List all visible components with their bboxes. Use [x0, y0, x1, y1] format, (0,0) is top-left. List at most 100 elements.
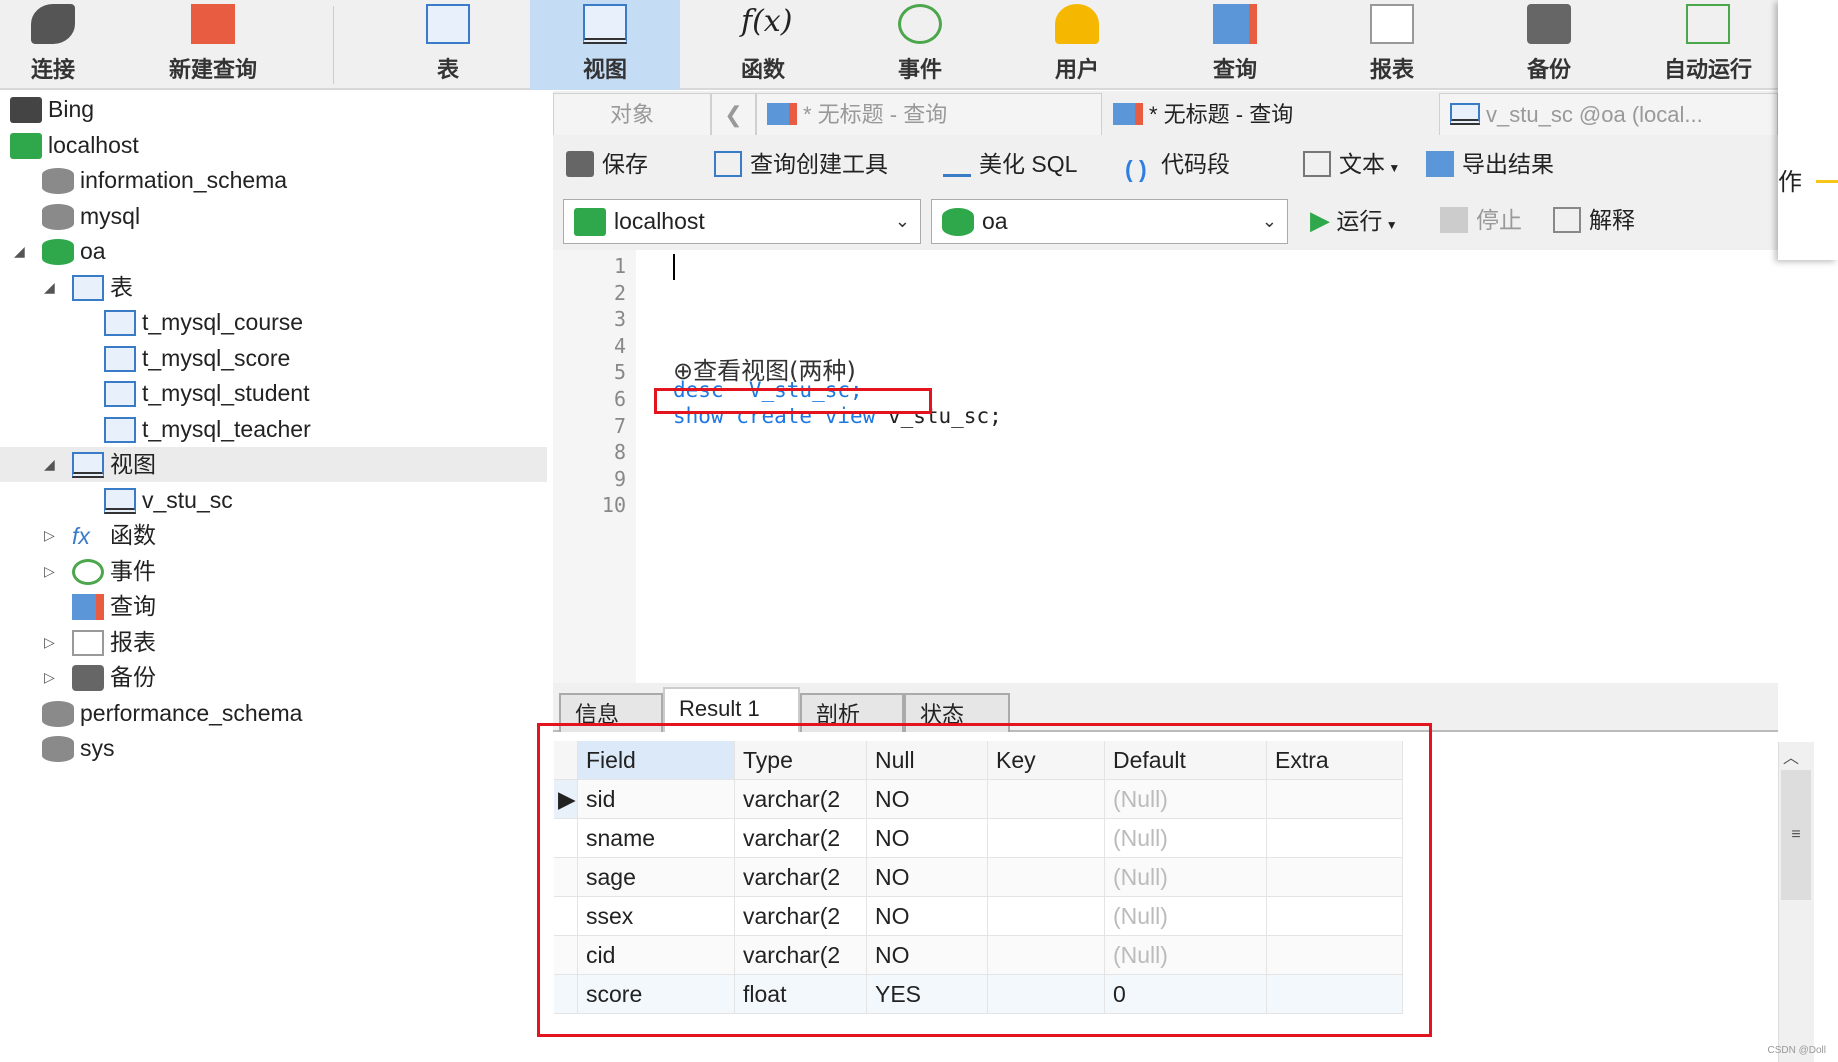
database-select[interactable]: oa ⌄: [931, 199, 1288, 244]
tree-item[interactable]: v_stu_sc: [0, 483, 547, 518]
tree-item[interactable]: ▷ 报表: [0, 625, 547, 660]
tree-item[interactable]: t_mysql_teacher: [0, 412, 547, 447]
tab-scroll-left-button[interactable]: ❮: [711, 93, 756, 135]
tab-label: v_stu_sc @oa (local...: [1486, 102, 1703, 127]
text-mode-button[interactable]: 文本 ▼: [1303, 149, 1400, 183]
tab-query-1[interactable]: * 无标题 - 查询: [756, 93, 1102, 135]
tree-item-label: 备份: [110, 664, 156, 690]
export-icon: [1426, 151, 1454, 177]
tree-item-label: sys: [80, 735, 115, 761]
collapsed-arrow-icon[interactable]: ▷: [44, 660, 55, 695]
stop-label: 停止: [1476, 207, 1522, 233]
toolbar-new-query-button[interactable]: 新建查询: [138, 0, 288, 90]
toolbar-schedule-button[interactable]: 自动运行: [1633, 0, 1783, 90]
scroll-up-icon[interactable]: ︿: [1783, 744, 1799, 768]
tree-item[interactable]: information_schema: [0, 163, 547, 198]
export-results-button[interactable]: 导出结果: [1426, 149, 1554, 179]
tree-item[interactable]: ▷ 事件: [0, 554, 547, 589]
table-icon: [104, 310, 136, 336]
line-number: 10: [601, 493, 626, 518]
query-icon: [72, 594, 104, 620]
toolbar-report-button[interactable]: 报表: [1317, 0, 1467, 90]
tree-item-label: 表: [110, 273, 133, 300]
watermark: CSDN @Doll: [1767, 1045, 1827, 1056]
query-icon: [1113, 103, 1143, 125]
expanded-arrow-icon[interactable]: ◢: [14, 234, 25, 269]
toolbar-table-button[interactable]: 表: [373, 0, 523, 90]
connection-active-icon: [574, 208, 606, 236]
toolbar-query-button[interactable]: 查询: [1160, 0, 1310, 90]
collapsed-arrow-icon[interactable]: ▷: [44, 554, 55, 589]
query-builder-label: 查询创建工具: [750, 151, 888, 177]
tree-item[interactable]: ◢ 视图: [0, 447, 547, 482]
database-icon: [42, 203, 74, 230]
tree-item-label: 报表: [110, 628, 156, 655]
explain-button[interactable]: 解释: [1553, 205, 1635, 235]
new-query-icon: [191, 4, 235, 44]
object-tree: Bing localhost information_schema mysql ◢ oa ◢…: [0, 92, 547, 1062]
view-icon: [583, 4, 627, 44]
tree-item[interactable]: sys: [0, 731, 547, 766]
toolbar-label: 函数: [740, 57, 785, 82]
collapsed-arrow-icon[interactable]: ▷: [44, 625, 55, 660]
tree-item[interactable]: performance_schema: [0, 696, 547, 731]
side-panel: 作: [1778, 0, 1838, 260]
tree-item[interactable]: ◢ oa: [0, 234, 547, 269]
plug-icon: [31, 4, 75, 44]
export-label: 导出结果: [1462, 151, 1554, 177]
tree-item[interactable]: t_mysql_score: [0, 341, 547, 376]
beautify-label: 美化 SQL: [979, 151, 1078, 177]
code-snippet-button[interactable]: ( ) 代码段: [1125, 149, 1230, 182]
toolbar-view-button[interactable]: 视图: [530, 0, 680, 90]
save-button[interactable]: 保存: [566, 149, 648, 179]
tree-item-label: performance_schema: [80, 699, 303, 726]
query-icon: [1213, 4, 1257, 44]
tree-item[interactable]: Bing: [0, 92, 547, 127]
stop-button[interactable]: 停止: [1440, 205, 1522, 235]
toolbar-plug-button[interactable]: 连接: [0, 0, 128, 90]
toolbar-label: 报表: [1369, 57, 1414, 82]
side-panel-label: 作: [1778, 169, 1802, 196]
tree-item[interactable]: t_mysql_course: [0, 305, 547, 340]
tree-item[interactable]: mysql: [0, 199, 547, 234]
result-scrollbar[interactable]: ︿ ≡: [1778, 742, 1814, 1062]
expanded-arrow-icon[interactable]: ◢: [44, 447, 55, 482]
toolbar-user-button[interactable]: 用户: [1002, 0, 1152, 90]
connection-select[interactable]: localhost ⌄: [563, 199, 921, 244]
beautify-sql-button[interactable]: 美化 SQL: [943, 149, 1077, 179]
database-icon: [942, 208, 974, 236]
sql-editor[interactable]: 1 2 3 4 5 6 7 8 9 10 ⊕查看视图(两种) desc V_stu_sc; sho…: [553, 250, 1818, 683]
tree-item[interactable]: ▷ fx 函数: [0, 518, 547, 553]
tree-item-label: 查询: [110, 593, 156, 619]
tab-label: 对象: [609, 102, 654, 127]
tree-item[interactable]: 查询: [0, 589, 547, 624]
tree-item-label: v_stu_sc: [142, 486, 233, 513]
collapsed-arrow-icon[interactable]: ▷: [44, 518, 55, 553]
tree-item-label: information_schema: [80, 167, 288, 193]
chevron-down-icon: ⌄: [1261, 211, 1277, 231]
tree-item[interactable]: localhost: [0, 128, 547, 163]
toolbar-clock-button[interactable]: 事件: [845, 0, 995, 90]
tab-query-2[interactable]: * 无标题 - 查询: [1102, 93, 1439, 135]
explain-icon: [1553, 207, 1581, 233]
line-number: 7: [613, 413, 626, 438]
expanded-arrow-icon[interactable]: ◢: [44, 270, 55, 305]
function-icon: fx: [72, 523, 90, 549]
run-button[interactable]: ▶ 运行 ▼: [1310, 205, 1398, 240]
tree-item[interactable]: t_mysql_student: [0, 376, 547, 411]
tab-view-v-stu-sc[interactable]: v_stu_sc @oa (local...: [1439, 93, 1778, 135]
user-icon: [1055, 4, 1099, 44]
tab-objects[interactable]: 对象: [553, 93, 711, 135]
toolbar-backup-button[interactable]: 备份: [1474, 0, 1624, 90]
tree-item[interactable]: ▷ 备份: [0, 660, 547, 695]
dropdown-arrow-icon: ▼: [1382, 218, 1398, 232]
scroll-thumb[interactable]: ≡: [1781, 770, 1811, 900]
database-value: oa: [982, 208, 1008, 234]
line-number: 8: [613, 440, 626, 465]
toolbar-function-button[interactable]: f(x) 函数: [688, 0, 838, 90]
annotation-box-desc: [654, 388, 932, 414]
line-number: 6: [613, 387, 626, 411]
schedule-icon: [1686, 4, 1730, 44]
query-builder-button[interactable]: 查询创建工具: [714, 149, 888, 179]
tree-item[interactable]: ◢ 表: [0, 270, 547, 305]
